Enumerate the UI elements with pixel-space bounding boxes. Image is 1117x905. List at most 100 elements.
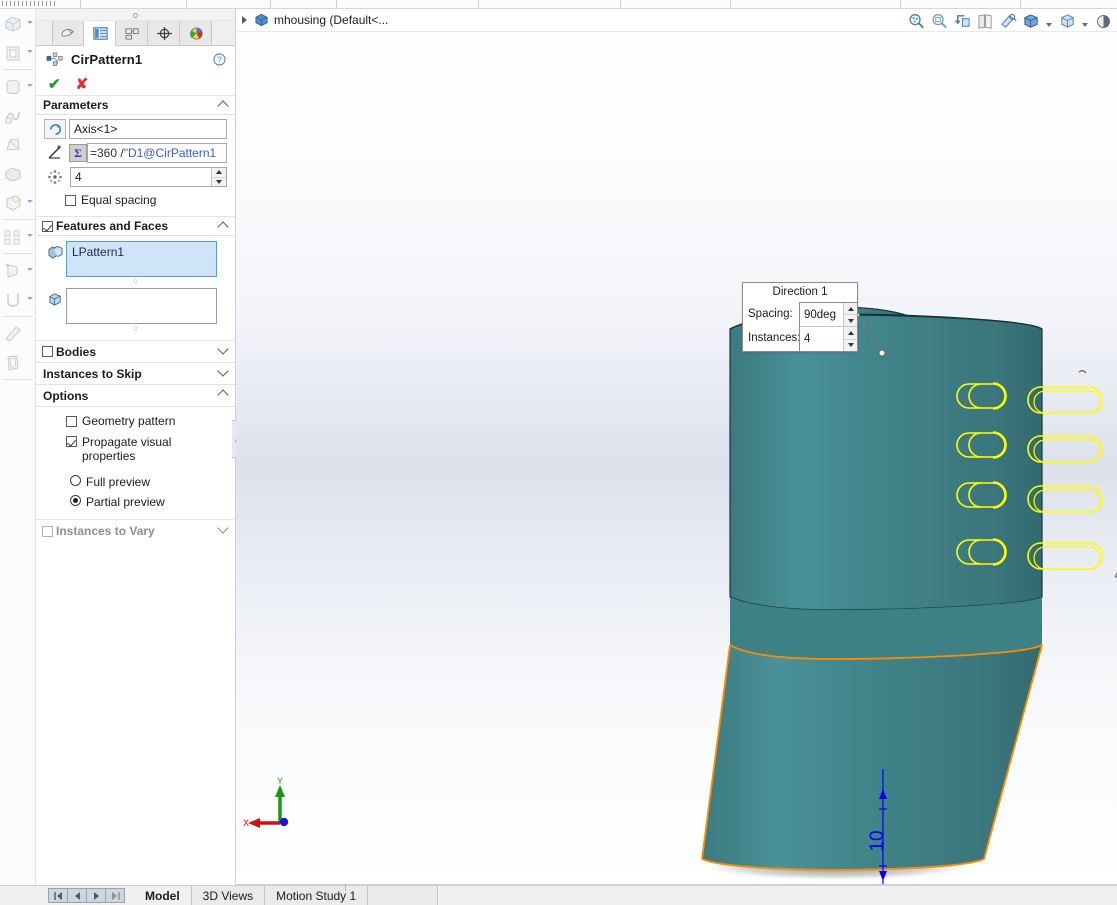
chevron-up-icon[interactable]	[217, 100, 229, 112]
callout-spacing-stepper[interactable]	[843, 303, 857, 326]
callout-instances-stepper[interactable]	[843, 327, 857, 351]
rail-item-swept-boss[interactable]	[0, 101, 36, 130]
bodies-checkbox[interactable]	[42, 346, 53, 357]
nav-next-button[interactable]	[86, 888, 106, 903]
tab-strip-filler	[368, 886, 439, 905]
chevron-down-icon[interactable]	[27, 84, 33, 87]
resize-grip[interactable]: ○	[36, 324, 235, 333]
section-header-instances-to-vary[interactable]: Instances to Vary	[36, 520, 235, 542]
faces-selection-box[interactable]	[66, 288, 217, 324]
chevron-down-icon[interactable]	[27, 268, 33, 271]
resize-grip[interactable]: ○	[36, 277, 235, 286]
instances-to-vary-checkbox[interactable]	[42, 525, 53, 537]
rail-item-extruded-cut[interactable]	[0, 38, 36, 67]
rail-item-draft[interactable]	[0, 319, 36, 348]
equation-sigma-button[interactable]: Σ	[69, 144, 87, 162]
feature-manager-design-tree-tab[interactable]	[52, 21, 84, 45]
auto-hide-pin-icon[interactable]	[132, 13, 138, 18]
callout-spacing-field[interactable]: 90deg	[800, 303, 857, 327]
instances-spin-buttons[interactable]	[211, 168, 226, 186]
graphics-area[interactable]: mhousing (Default<... 10 Direction 1 Spa…	[236, 9, 1117, 885]
spacing-label: Spacing:	[748, 308, 793, 320]
section-header-features-and-faces[interactable]: Features and Faces	[36, 217, 235, 236]
section-label-features-and-faces: Features and Faces	[56, 219, 169, 233]
chevron-down-icon[interactable]	[27, 297, 33, 300]
spin-up-button[interactable]	[212, 168, 226, 178]
section-header-parameters[interactable]: Parameters	[36, 96, 235, 115]
full-preview-radio[interactable]	[70, 475, 81, 486]
chevron-down-icon[interactable]	[27, 234, 33, 237]
callout-instances-value[interactable]: 4	[800, 327, 843, 351]
help-question-icon[interactable]: ?	[213, 53, 226, 69]
dimxpert-manager-tab[interactable]	[148, 21, 180, 45]
chevron-down-icon[interactable]	[217, 522, 229, 534]
chevron-down-icon[interactable]	[217, 343, 229, 355]
cancel-button[interactable]: ✘	[76, 77, 89, 92]
section-header-options[interactable]: Options	[36, 385, 235, 407]
swept-boss-icon	[5, 111, 20, 123]
rail-item-fillet[interactable]	[0, 188, 36, 217]
accept-button[interactable]: ✔	[48, 77, 61, 92]
model-viewport[interactable]: 4 10	[236, 9, 1117, 885]
preview-caret-mark	[1078, 370, 1087, 374]
section-header-bodies[interactable]: Bodies	[36, 341, 235, 363]
spin-down-button[interactable]	[212, 178, 226, 187]
features-selection-box[interactable]: LPattern1	[66, 241, 217, 277]
configuration-manager-tab[interactable]	[116, 21, 148, 45]
rail-divider	[3, 379, 33, 380]
chevron-up-icon[interactable]	[217, 389, 229, 401]
section-header-instances-to-skip[interactable]: Instances to Skip	[36, 363, 235, 385]
display-manager-tab[interactable]	[180, 21, 212, 45]
propagate-visual-properties-row[interactable]: Propagate visual properties	[36, 430, 235, 465]
propagate-visual-properties-checkbox[interactable]	[66, 436, 77, 447]
angle-formula-field[interactable]: =360 / "D1@CirPattern1	[87, 143, 227, 163]
instances-stepper[interactable]: 4	[70, 167, 227, 187]
features-and-faces-checkbox[interactable]	[42, 220, 53, 232]
ribbon-drag-handle[interactable]	[2, 1, 58, 6]
faces-selection-icon	[44, 288, 66, 310]
callout-spacing-value[interactable]: 90deg	[800, 303, 843, 326]
dimxpert-icon	[156, 26, 172, 40]
nav-last-button[interactable]	[105, 888, 125, 903]
spin-up-button[interactable]	[844, 303, 857, 315]
panel-pin-row[interactable]	[36, 9, 235, 21]
spin-up-button[interactable]	[844, 327, 857, 340]
spin-down-button[interactable]	[844, 315, 857, 326]
property-manager-tab[interactable]	[84, 21, 116, 46]
axis-selection-field[interactable]: Axis<1>	[69, 119, 227, 139]
chevron-down-icon[interactable]	[27, 50, 33, 53]
rail-item-boundary-boss[interactable]	[0, 159, 36, 188]
rotation-axis-icon[interactable]	[44, 119, 66, 139]
section-label-parameters: Parameters	[43, 98, 109, 112]
tab-3d-views[interactable]: 3D Views	[191, 886, 266, 905]
equal-spacing-label: Equal spacing	[81, 193, 157, 207]
rail-item-shell[interactable]	[0, 348, 36, 377]
chevron-down-icon[interactable]	[27, 200, 33, 203]
rail-item-lofted-boss[interactable]	[0, 130, 36, 159]
full-preview-row[interactable]: Full preview	[36, 465, 235, 489]
instances-value[interactable]: 4	[71, 168, 211, 186]
partial-preview-radio[interactable]	[70, 495, 81, 506]
chevron-down-icon[interactable]	[27, 21, 33, 24]
nav-first-button[interactable]	[48, 888, 68, 903]
equal-spacing-checkbox[interactable]	[65, 194, 76, 206]
rail-item-revolved-boss[interactable]	[0, 72, 36, 101]
rail-item-wrap[interactable]	[0, 285, 36, 314]
direction-1-callout[interactable]: Direction 1 Spacing: Instances: 90deg 4	[742, 282, 858, 352]
rail-item-linear-pattern[interactable]	[0, 222, 36, 251]
spin-down-button[interactable]	[844, 340, 857, 352]
equal-spacing-row[interactable]: Equal spacing	[36, 187, 235, 209]
chevron-up-icon[interactable]	[217, 221, 229, 233]
tab-model[interactable]: Model	[134, 886, 192, 905]
callout-instances-field[interactable]: 4	[800, 327, 857, 351]
rail-item-rib[interactable]	[0, 256, 36, 285]
nav-prev-button[interactable]	[67, 888, 87, 903]
triangle-up-icon	[847, 330, 854, 335]
nav-last-icon	[111, 891, 120, 900]
chevron-down-icon[interactable]	[217, 365, 229, 377]
geometry-pattern-row[interactable]: Geometry pattern	[36, 407, 235, 430]
rail-item-extruded-boss[interactable]	[0, 9, 36, 38]
geometry-pattern-checkbox[interactable]	[66, 415, 77, 427]
tab-motion-study-1[interactable]: Motion Study 1	[265, 886, 369, 905]
partial-preview-row[interactable]: Partial preview	[36, 489, 235, 509]
